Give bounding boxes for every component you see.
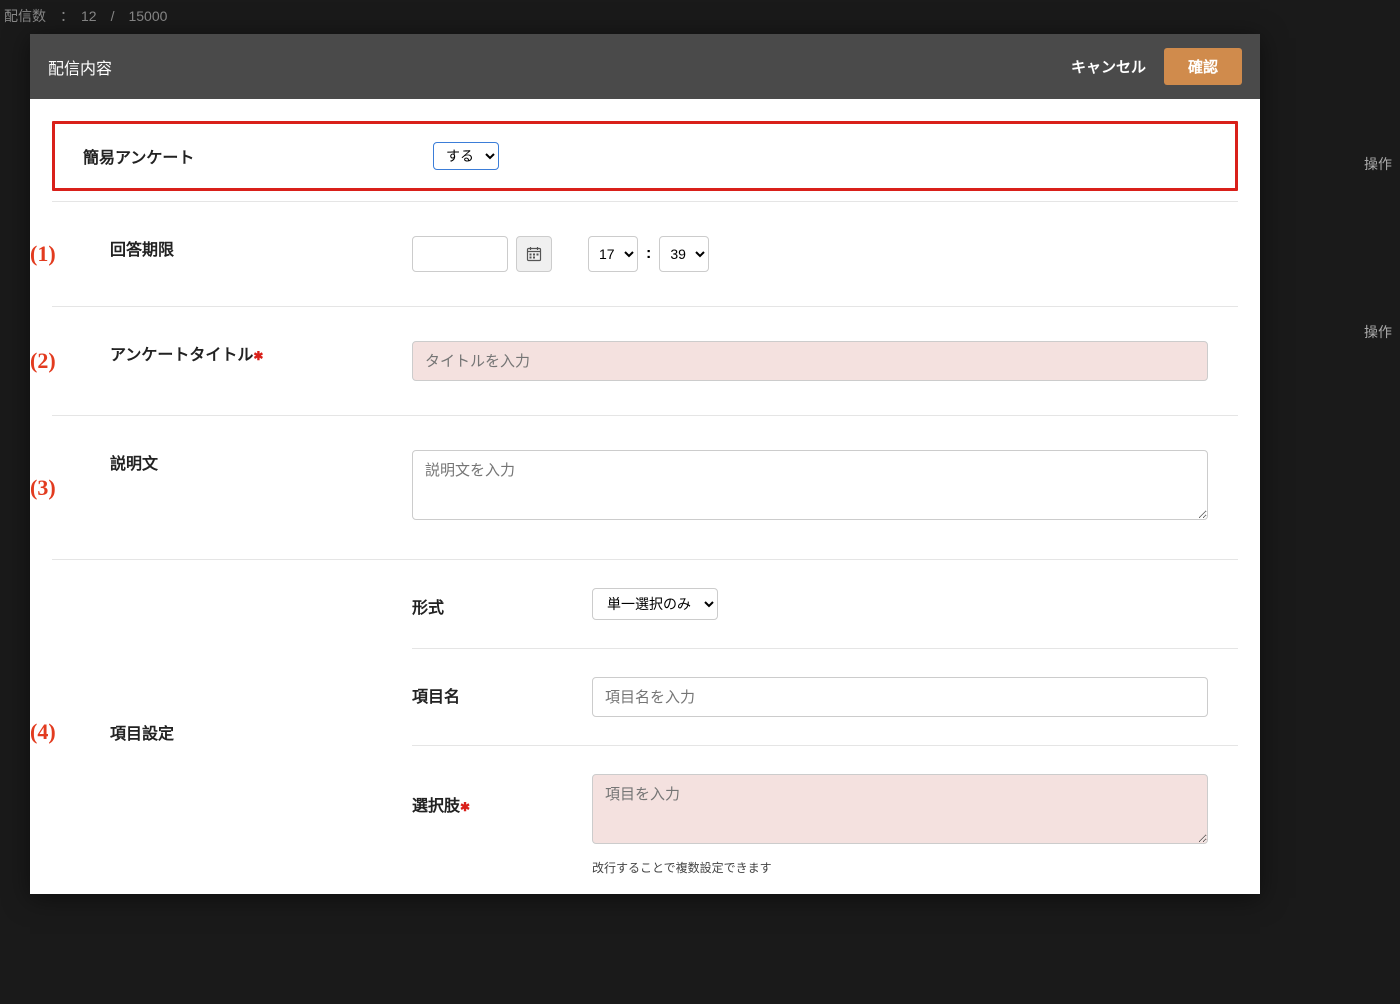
marker-3: (3) bbox=[30, 475, 56, 501]
choices-textarea[interactable] bbox=[592, 774, 1208, 844]
deadline-hour-select[interactable]: 17 bbox=[588, 236, 638, 272]
survey-title-input[interactable] bbox=[412, 341, 1208, 381]
bg-col-action-2: 操作 bbox=[1364, 322, 1392, 342]
simple-survey-select[interactable]: する bbox=[433, 142, 499, 170]
survey-title-label: アンケートタイトル✱ bbox=[52, 341, 412, 365]
marker-2: (2) bbox=[30, 348, 56, 374]
survey-title-section: (2) アンケートタイトル✱ bbox=[52, 306, 1238, 415]
delivery-content-modal: 配信内容 キャンセル 確認 簡易アンケート する (1) 回答期限 bbox=[30, 34, 1260, 894]
modal-body: 簡易アンケート する (1) 回答期限 17 : bbox=[30, 99, 1260, 894]
bg-delivery-count: 配信数 ： 12 / 15000 bbox=[4, 6, 167, 26]
item-settings-label: 項目設定 bbox=[52, 720, 412, 744]
format-select[interactable]: 単一選択のみ bbox=[592, 588, 718, 620]
calendar-icon[interactable] bbox=[516, 236, 552, 272]
simple-survey-label: 簡易アンケート bbox=[83, 144, 433, 168]
required-icon: ✱ bbox=[253, 349, 263, 363]
marker-1: (1) bbox=[30, 241, 56, 267]
marker-4: (4) bbox=[30, 719, 56, 745]
description-section: (3) 説明文 bbox=[52, 415, 1238, 559]
modal-header: 配信内容 キャンセル 確認 bbox=[30, 34, 1260, 99]
item-settings-section: (4) 項目設定 形式 単一選択のみ 項目名 bbox=[52, 559, 1238, 894]
format-label: 形式 bbox=[412, 588, 592, 618]
modal-title: 配信内容 bbox=[48, 55, 112, 79]
item-name-label: 項目名 bbox=[412, 677, 592, 707]
deadline-minute-select[interactable]: 39 bbox=[659, 236, 709, 272]
modal-actions: キャンセル 確認 bbox=[1071, 48, 1242, 85]
format-subsection: 形式 単一選択のみ bbox=[412, 560, 1238, 648]
simple-survey-row: 簡易アンケート する bbox=[52, 121, 1238, 191]
choices-subsection: 選択肢✱ 改行することで複数設定できます bbox=[412, 745, 1238, 894]
item-name-subsection: 項目名 bbox=[412, 648, 1238, 745]
confirm-button[interactable]: 確認 bbox=[1164, 48, 1242, 85]
description-label: 説明文 bbox=[52, 450, 412, 474]
deadline-controls: 17 : 39 bbox=[412, 236, 1208, 272]
required-icon: ✱ bbox=[460, 800, 470, 814]
choices-help-text: 改行することで複数設定できます bbox=[592, 859, 1208, 876]
deadline-section: (1) 回答期限 17 : 39 bbox=[52, 201, 1238, 306]
description-textarea[interactable] bbox=[412, 450, 1208, 520]
item-name-input[interactable] bbox=[592, 677, 1208, 717]
cancel-button[interactable]: キャンセル bbox=[1071, 56, 1146, 77]
choices-label: 選択肢✱ bbox=[412, 774, 592, 816]
bg-col-action-1: 操作 bbox=[1364, 154, 1392, 174]
deadline-label: 回答期限 bbox=[52, 236, 412, 260]
time-colon: : bbox=[646, 245, 651, 263]
deadline-date-input[interactable] bbox=[412, 236, 508, 272]
